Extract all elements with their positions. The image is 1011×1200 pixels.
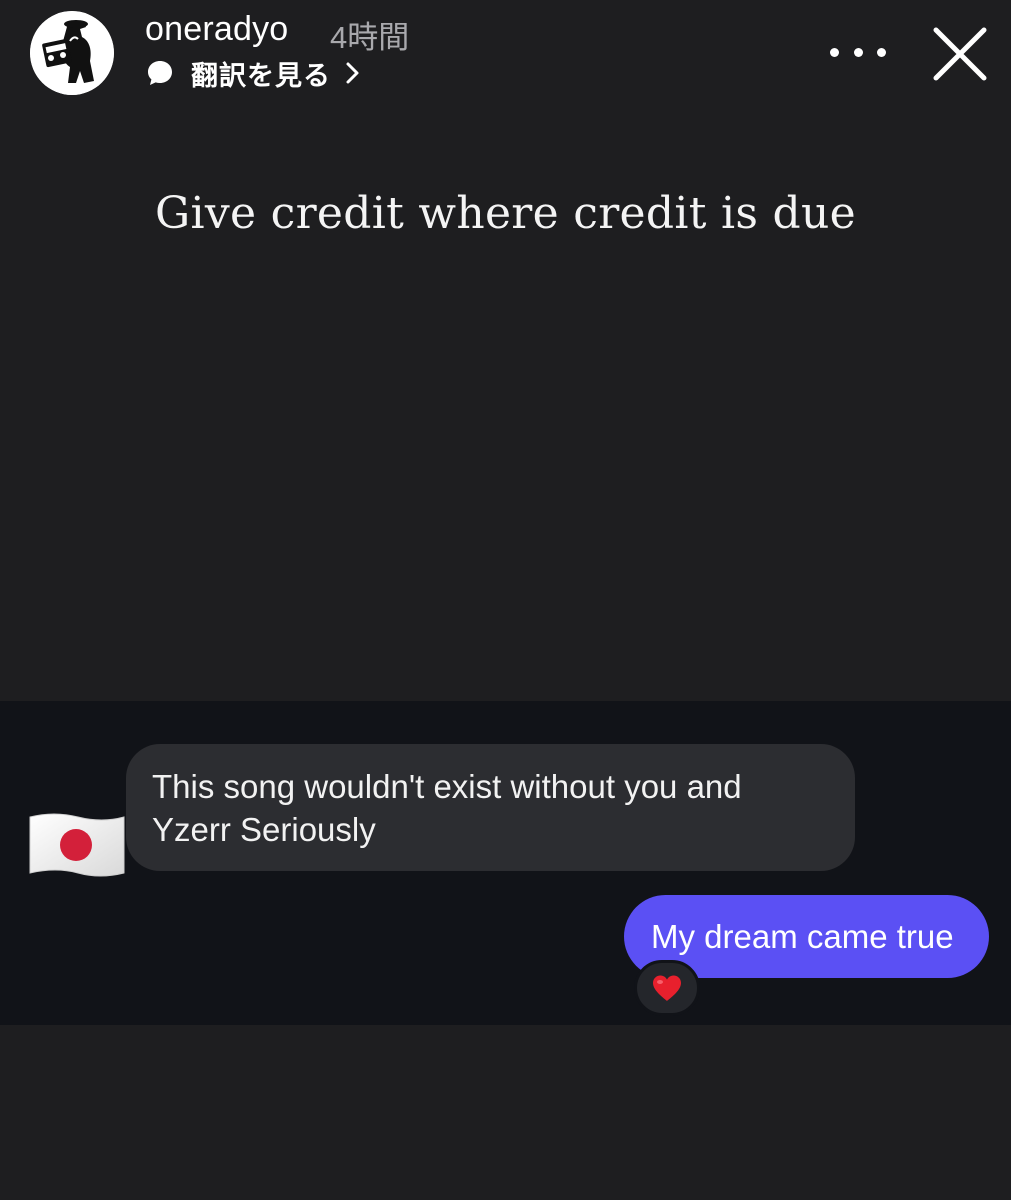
close-icon[interactable] <box>930 24 990 84</box>
see-translation-button[interactable]: 翻訳を見る <box>145 53 363 93</box>
story-bottom-area <box>0 1025 1011 1200</box>
story-viewer: oneradyo 4時間 翻訳を見る Give credit where cre… <box>0 0 1011 1200</box>
more-horizontal-icon <box>830 47 839 57</box>
dm-screenshot: This song wouldn't exist without you and… <box>0 701 1011 1025</box>
red-heart-icon <box>653 975 681 1001</box>
story-caption: Give credit where credit is due <box>155 188 856 239</box>
story-header: oneradyo 4時間 翻訳を見る <box>0 0 1011 110</box>
more-dot <box>877 47 886 57</box>
see-translation-label: 翻訳を見る <box>191 60 331 91</box>
chevron-right-icon <box>346 62 359 84</box>
message-reaction <box>634 960 700 1016</box>
japan-flag-icon <box>29 813 125 877</box>
speech-bubble-icon <box>148 61 172 85</box>
incoming-message-bubble: This song wouldn't exist without you and… <box>126 744 855 871</box>
profile-avatar[interactable] <box>30 11 114 95</box>
username[interactable]: oneradyo <box>145 10 288 49</box>
boombox-character-avatar-icon <box>30 11 114 95</box>
post-time: 4時間 <box>330 20 410 55</box>
more-dot <box>853 47 863 57</box>
more-options-button[interactable] <box>830 35 886 69</box>
